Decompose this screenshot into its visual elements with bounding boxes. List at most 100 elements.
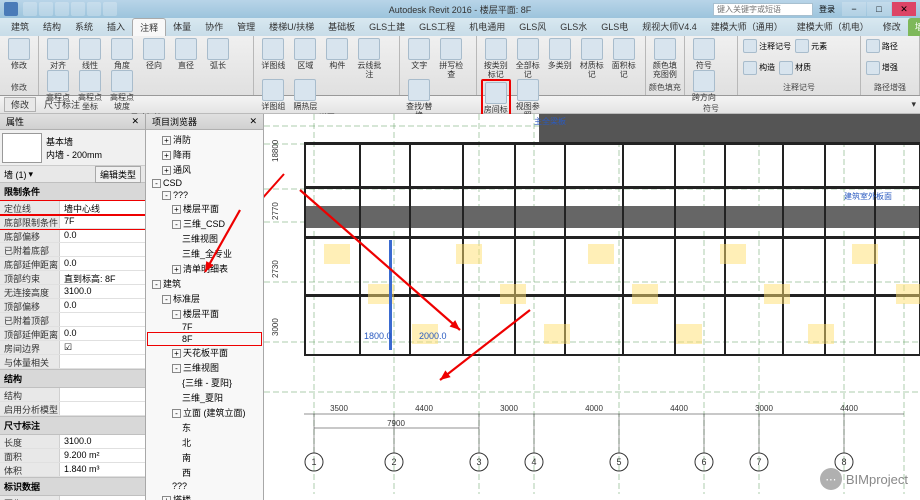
property-row[interactable]: 已附着底部 — [0, 243, 145, 257]
ribbon-button[interactable]: 对齐 — [43, 38, 73, 70]
property-value[interactable]: 7F — [60, 215, 145, 228]
ribbon-tab[interactable]: 管理 — [230, 18, 262, 36]
ribbon-button[interactable]: 按类别标记 — [481, 38, 511, 79]
ribbon-tab[interactable]: 墙 — [908, 18, 920, 36]
ribbon-tab[interactable]: 建模大师（通用） — [704, 18, 790, 36]
tree-node[interactable]: +通风 — [148, 162, 261, 177]
ribbon-button[interactable]: 角度 — [107, 38, 137, 70]
property-section[interactable]: 标识数据 — [0, 477, 145, 496]
ribbon-button[interactable]: 详图组 — [258, 79, 288, 111]
property-value[interactable]: 墙中心线 — [60, 201, 145, 214]
close-button[interactable]: ✕ — [892, 2, 916, 16]
ribbon-button[interactable]: 全部标记 — [513, 38, 543, 79]
tree-node[interactable]: 8F — [148, 333, 261, 345]
tree-node[interactable]: -三维_CSD — [148, 216, 261, 231]
close-icon[interactable]: ✕ — [249, 116, 257, 127]
tree-node[interactable]: {三维 - 夏阳} — [148, 375, 261, 390]
ribbon-tab[interactable]: 规视大师V4.4 — [635, 18, 704, 36]
tree-node[interactable]: 三维_夏阳 — [148, 390, 261, 405]
ribbon-tab[interactable]: 系统 — [68, 18, 100, 36]
ribbon-button[interactable]: 文字 — [404, 38, 434, 70]
ribbon-button[interactable]: 多类别 — [545, 38, 575, 70]
property-row[interactable]: 结构 — [0, 388, 145, 402]
property-value[interactable]: 1.840 m³ — [60, 463, 145, 476]
qat-print[interactable] — [103, 2, 117, 16]
ribbon-tab[interactable]: GLS风 — [512, 18, 553, 36]
ribbon-button[interactable]: 径向 — [139, 38, 169, 70]
property-row[interactable]: 底部延伸距离0.0 — [0, 257, 145, 271]
property-row[interactable]: 底部偏移0.0 — [0, 229, 145, 243]
tree-toggle[interactable]: + — [162, 151, 171, 160]
tree-node[interactable]: 三维视图 — [148, 231, 261, 246]
tree-node[interactable]: -标准层 — [148, 291, 261, 306]
qat-sync[interactable] — [87, 2, 101, 16]
property-row[interactable]: 顶部偏移0.0 — [0, 299, 145, 313]
ribbon-button[interactable]: 元素 — [795, 39, 827, 53]
ribbon-button[interactable]: 弧长 — [203, 38, 233, 70]
ribbon-button[interactable]: 材质 — [779, 61, 811, 75]
tree-node[interactable]: +楼层平面 — [148, 201, 261, 216]
property-value[interactable] — [60, 496, 145, 500]
tree-toggle[interactable]: - — [172, 409, 181, 418]
ribbon-button[interactable]: 构造 — [743, 61, 775, 75]
ribbon-tab[interactable]: GLS电 — [594, 18, 635, 36]
type-selector[interactable]: 基本墙 内墙 - 200mm — [0, 130, 145, 166]
property-row[interactable]: 与体量相关 — [0, 355, 145, 369]
tree-toggle[interactable]: - — [172, 364, 181, 373]
property-row[interactable]: 顶部约束直到标高: 8F — [0, 271, 145, 285]
minimize-button[interactable]: − — [842, 2, 866, 16]
tree-toggle[interactable]: + — [172, 205, 181, 214]
property-row[interactable]: 启用分析模型 — [0, 402, 145, 416]
ribbon-button[interactable]: 注释记号 — [743, 39, 791, 53]
tree-node[interactable]: -楼层平面 — [148, 306, 261, 321]
ribbon-button[interactable]: 跨方向 — [689, 70, 719, 102]
tree-toggle[interactable]: - — [152, 179, 161, 188]
tree-node[interactable]: +降雨 — [148, 147, 261, 162]
tree-node[interactable]: -建筑 — [148, 276, 261, 291]
tree-node[interactable]: -三维视图 — [148, 360, 261, 375]
ribbon-tab[interactable]: 建模大师（机电） — [790, 18, 876, 36]
property-section[interactable]: 尺寸标注 — [0, 416, 145, 435]
tree-toggle[interactable]: - — [172, 220, 181, 229]
ribbon-button[interactable]: 颜色填充图例 — [650, 38, 680, 79]
property-value[interactable] — [60, 243, 145, 256]
ribbon-tab[interactable]: 协作 — [198, 18, 230, 36]
property-value[interactable] — [60, 313, 145, 326]
property-value[interactable]: 0.0 — [60, 257, 145, 270]
tree-toggle[interactable]: + — [162, 496, 171, 500]
property-section[interactable]: 结构 — [0, 369, 145, 388]
ribbon-button[interactable]: 详图线 — [258, 38, 288, 70]
tree-node[interactable]: 三维_全专业 — [148, 246, 261, 261]
tree-node[interactable]: +塔楼 — [148, 492, 261, 500]
property-row[interactable]: 长度3100.0 — [0, 435, 145, 449]
tree-node[interactable]: 南 — [148, 450, 261, 465]
tree-node[interactable]: 7F — [148, 321, 261, 333]
ribbon-tab[interactable]: 结构 — [36, 18, 68, 36]
ribbon-tab[interactable]: 楼梯U/扶梯 — [262, 18, 321, 36]
tree-toggle[interactable]: - — [162, 191, 171, 200]
ribbon-button[interactable]: 符号 — [689, 38, 719, 70]
property-value[interactable]: 直到标高: 8F — [60, 271, 145, 284]
ribbon-button[interactable]: 隔热层 — [290, 79, 320, 111]
tree-toggle[interactable]: - — [152, 280, 161, 289]
ribbon-tab[interactable]: 体量 — [166, 18, 198, 36]
property-row[interactable]: 无连接高度3100.0 — [0, 285, 145, 299]
ribbon-button[interactable]: 材质标记 — [577, 38, 607, 79]
tree-node[interactable]: -CSD — [148, 177, 261, 189]
ribbon-button[interactable]: 增强 — [866, 61, 898, 75]
property-value[interactable]: 0.0 — [60, 299, 145, 312]
app-icon[interactable] — [4, 2, 18, 16]
ribbon-button[interactable]: 区域 — [290, 38, 320, 70]
ribbon-tab[interactable]: 修改 — [876, 18, 908, 36]
drawing-canvas[interactable]: 1800.02000.0主全梁板建筑室外板面350044003000400044… — [264, 114, 920, 500]
ribbon-button[interactable]: 直径 — [171, 38, 201, 70]
ribbon-button[interactable]: 云线批注 — [354, 38, 384, 79]
ribbon-tab[interactable]: 建筑 — [4, 18, 36, 36]
property-value[interactable]: 9.200 m² — [60, 449, 145, 462]
property-row[interactable]: 体积1.840 m³ — [0, 463, 145, 477]
property-row[interactable]: 定位线墙中心线 — [0, 201, 145, 215]
ribbon-tab[interactable]: 机电通用 — [462, 18, 512, 36]
tree-node[interactable]: 北 — [148, 435, 261, 450]
edit-type-button[interactable]: 编辑类型 — [95, 166, 141, 183]
ribbon-button[interactable]: 高程点坡度 — [107, 70, 137, 111]
